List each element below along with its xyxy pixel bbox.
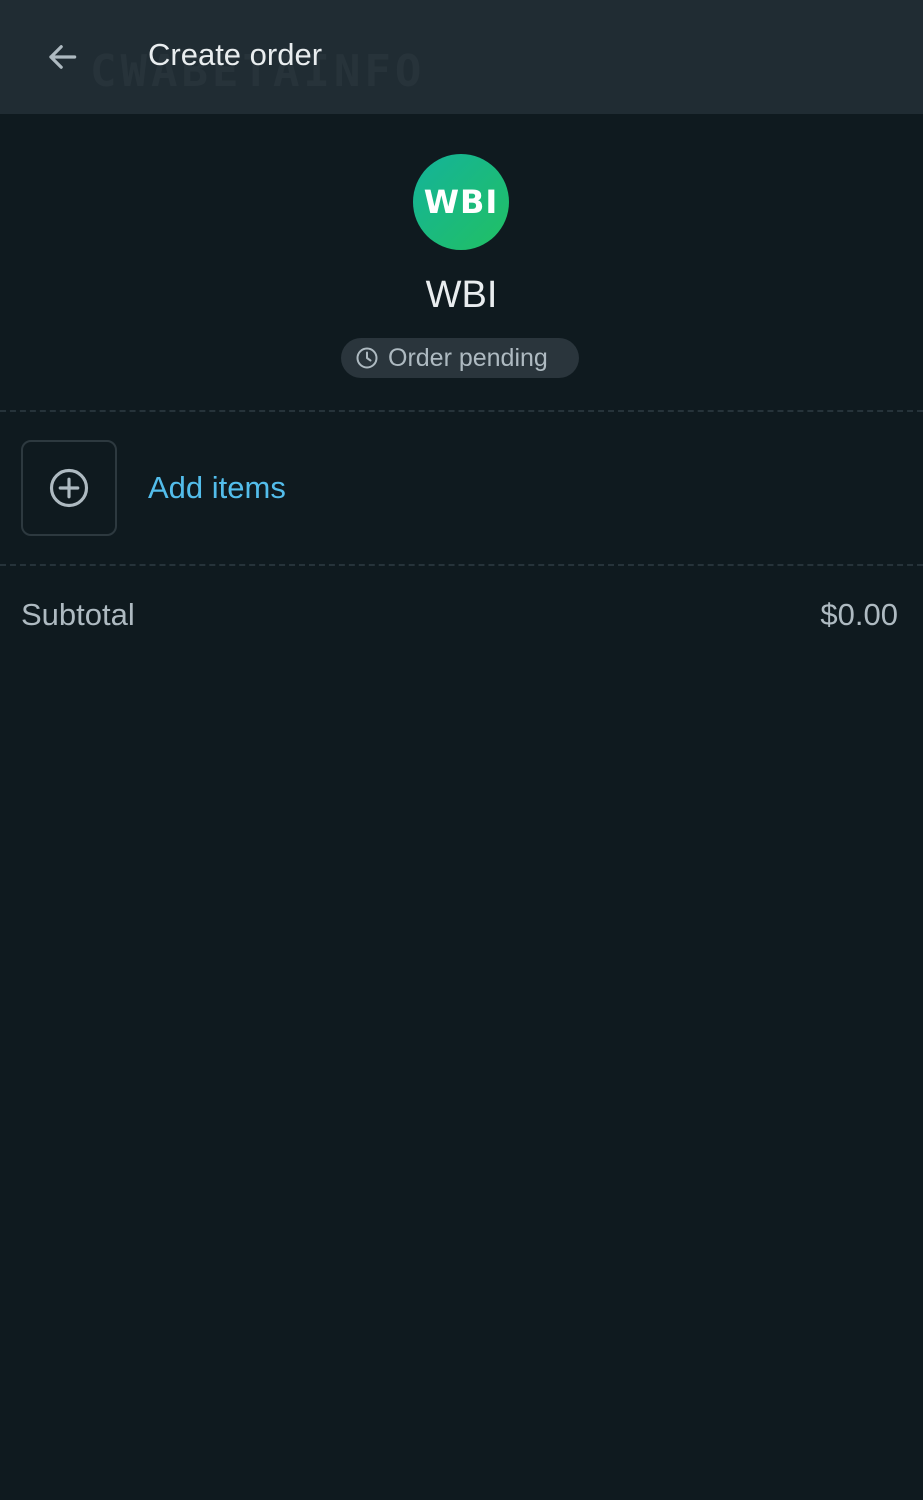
- business-name: WBI: [425, 274, 498, 316]
- back-button[interactable]: [40, 35, 84, 79]
- status-label: Order pending: [388, 344, 548, 372]
- app-header: CWABETAINFO Create order: [0, 0, 923, 114]
- subtotal-value: $0.00: [820, 597, 898, 632]
- avatar-text: WBI: [423, 183, 499, 221]
- add-items-box[interactable]: [21, 440, 117, 536]
- clock-icon: [355, 346, 379, 370]
- business-avatar: WBI: [413, 154, 509, 250]
- status-badge: Order pending: [341, 338, 579, 378]
- add-items-label[interactable]: Add items: [148, 469, 286, 507]
- arrow-left-icon: [43, 38, 81, 76]
- add-items-button[interactable]: Add items: [0, 440, 923, 536]
- page-title: Create order: [148, 37, 323, 72]
- subtotal-label: Subtotal: [21, 597, 135, 632]
- section-divider: [0, 564, 923, 566]
- section-divider: [0, 410, 923, 412]
- plus-circle-icon: [48, 467, 90, 509]
